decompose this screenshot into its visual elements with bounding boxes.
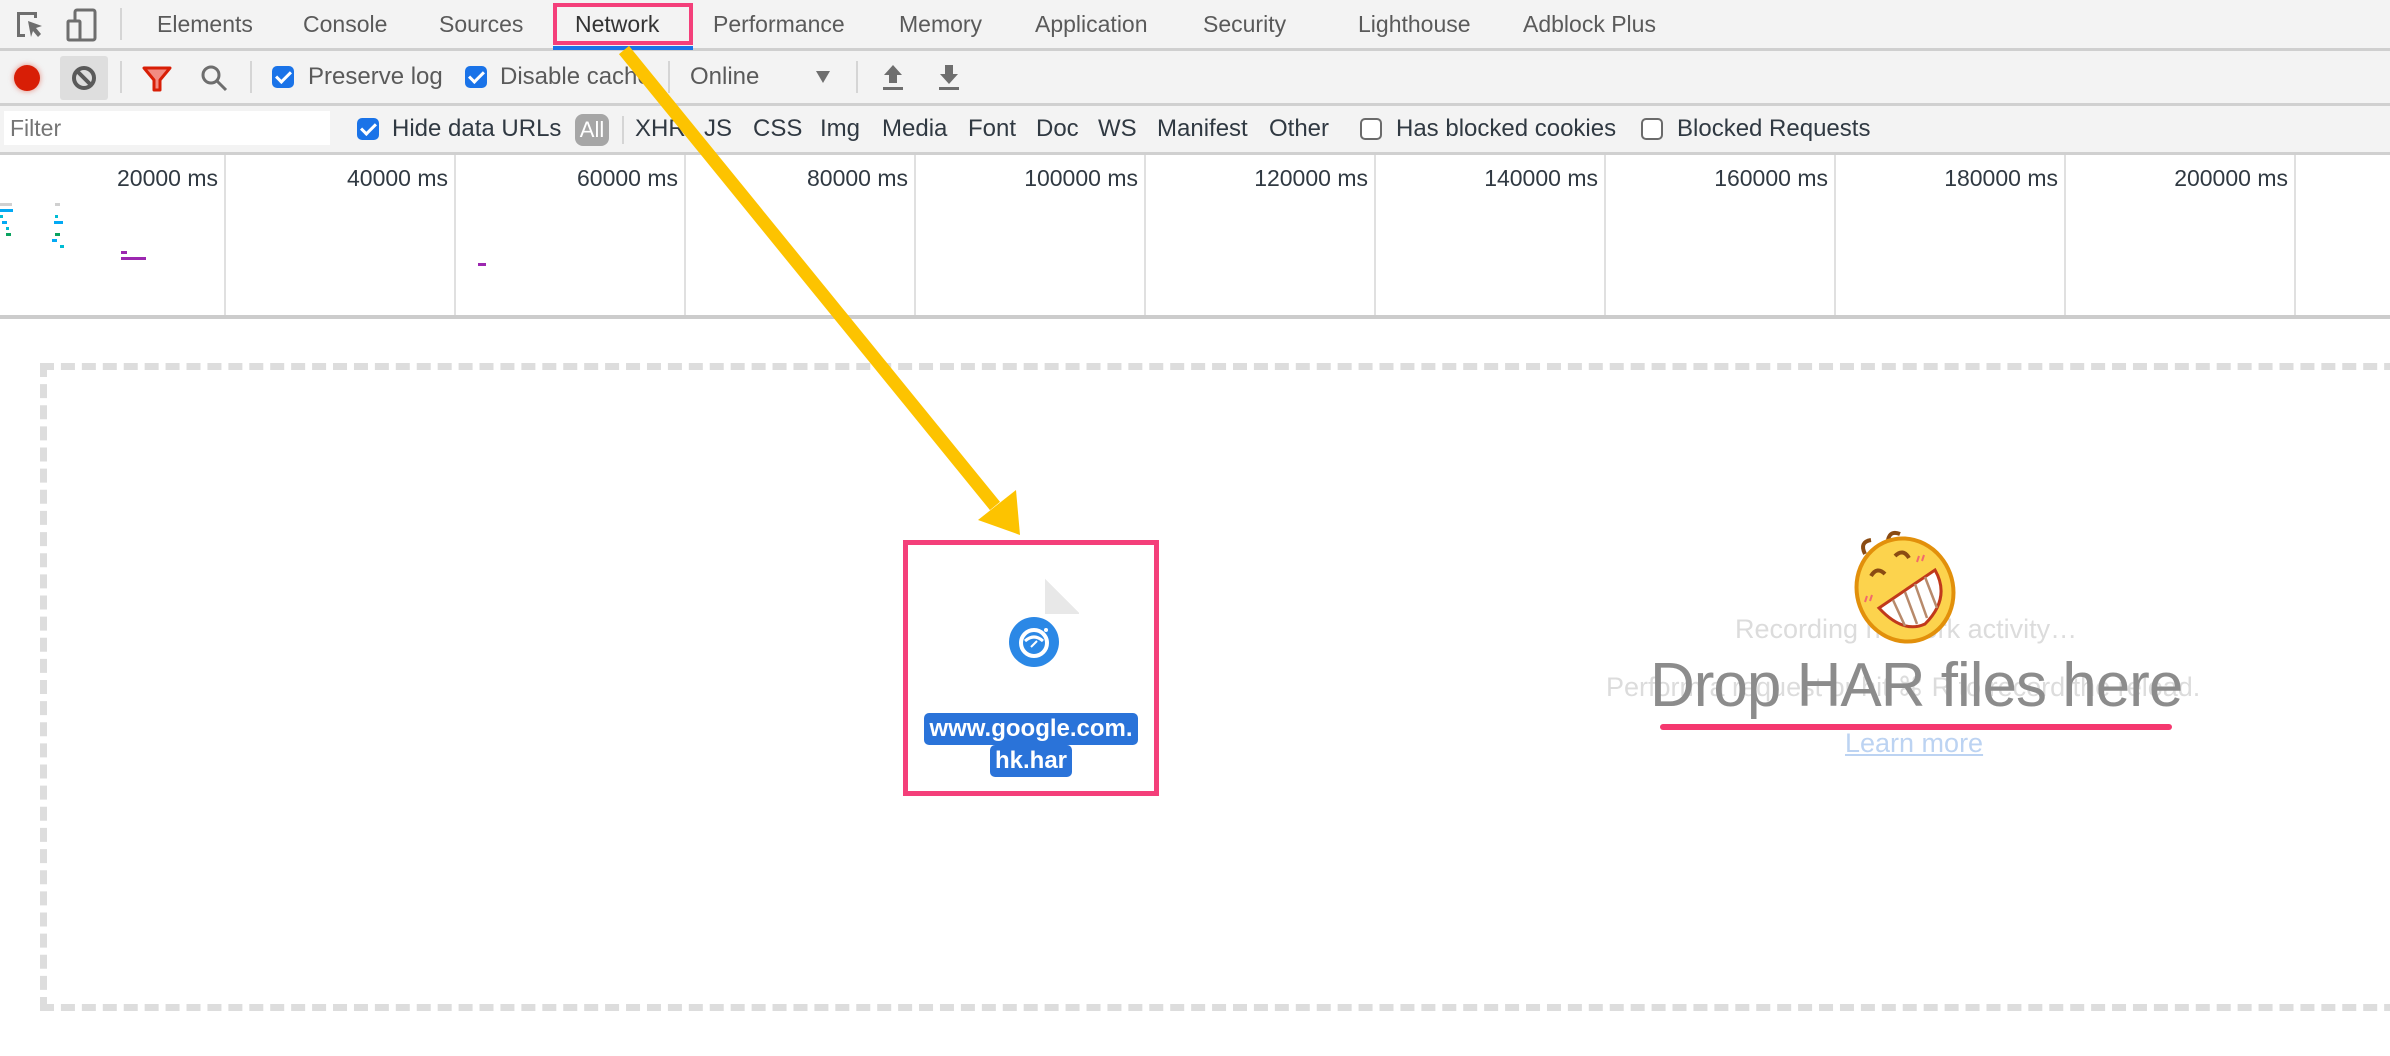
gridline — [454, 155, 456, 315]
annotation-underline — [1660, 724, 2172, 730]
throttling-select[interactable]: Online — [690, 51, 759, 103]
tab-security[interactable]: Security — [1203, 0, 1286, 48]
inspect-element-icon[interactable] — [15, 10, 45, 40]
gridline — [684, 155, 686, 315]
active-tab-indicator — [553, 46, 693, 50]
tick-label: 160000 ms — [1714, 165, 1828, 191]
request-bar — [55, 233, 60, 236]
laughing-emoji-icon — [1843, 528, 1963, 648]
tick-label: 20000 ms — [116, 165, 218, 191]
type-filter-doc[interactable]: Doc — [1036, 106, 1079, 152]
request-bar — [121, 251, 127, 254]
request-bar — [0, 215, 3, 218]
gridline — [2294, 155, 2296, 315]
divider — [668, 61, 670, 93]
tick-label: 140000 ms — [1484, 165, 1598, 191]
request-bar — [478, 263, 486, 266]
tick-label: 100000 ms — [1024, 165, 1138, 191]
request-bar — [54, 221, 63, 224]
request-bar — [2, 221, 7, 224]
request-bar — [6, 233, 11, 236]
import-har-icon[interactable] — [882, 63, 904, 91]
gridline — [1604, 155, 1606, 315]
type-filter-js[interactable]: JS — [704, 106, 732, 152]
clear-icon — [72, 66, 96, 90]
preserve-log-label: Preserve log — [308, 63, 443, 90]
disable-cache-label: Disable cache — [500, 63, 651, 90]
request-bar — [6, 227, 9, 230]
tab-performance[interactable]: Performance — [713, 0, 845, 48]
type-filter-manifest[interactable]: Manifest — [1157, 106, 1248, 152]
blocked-requests-label: Blocked Requests — [1677, 115, 1871, 142]
type-filter-all[interactable]: All — [575, 114, 609, 146]
tab-adblock-plus[interactable]: Adblock Plus — [1523, 0, 1656, 48]
type-filter-img[interactable]: Img — [820, 106, 860, 152]
request-bar — [52, 239, 57, 242]
blocked-requests-checkbox[interactable] — [1641, 118, 1663, 140]
dragged-har-file[interactable]: www.google.com. hk.har — [903, 540, 1159, 796]
type-filter-other[interactable]: Other — [1269, 106, 1329, 152]
learn-more-link[interactable]: Learn more — [1845, 728, 1983, 759]
export-har-icon[interactable] — [938, 63, 960, 91]
file-name-label: www.google.com. hk.har — [922, 713, 1140, 777]
divider — [120, 61, 122, 93]
gridline — [224, 155, 226, 315]
network-toolbar: Preserve log Disable cache Online — [0, 51, 2390, 106]
has-blocked-cookies-checkbox[interactable] — [1360, 118, 1382, 140]
request-bar — [55, 215, 58, 218]
tick-label: 40000 ms — [346, 165, 448, 191]
gridline — [1144, 155, 1146, 315]
type-filter-xhr[interactable]: XHR — [635, 106, 686, 152]
tick-label: 60000 ms — [576, 165, 678, 191]
file-fold-icon — [1045, 578, 1079, 614]
type-filter-media[interactable]: Media — [882, 106, 947, 152]
tab-elements[interactable]: Elements — [157, 0, 253, 48]
hide-data-urls-label: Hide data URLs — [392, 115, 562, 142]
preserve-log-checkbox[interactable] — [272, 66, 294, 88]
request-bar — [121, 257, 146, 260]
divider — [250, 61, 252, 93]
tab-memory[interactable]: Memory — [899, 0, 982, 48]
network-tab-highlight — [553, 3, 693, 45]
hide-data-urls-checkbox[interactable] — [357, 118, 379, 140]
clear-button[interactable] — [60, 56, 108, 100]
request-bar — [0, 209, 13, 212]
network-overview-timeline[interactable]: 20000 ms 40000 ms 60000 ms 80000 ms 1000… — [0, 155, 2390, 319]
search-icon[interactable] — [199, 63, 229, 93]
tick-label: 180000 ms — [1944, 165, 2058, 191]
tab-application[interactable]: Application — [1035, 0, 1148, 48]
type-filter-font[interactable]: Font — [968, 106, 1016, 152]
request-bar — [60, 245, 64, 248]
gridline — [1374, 155, 1376, 315]
type-filter-css[interactable]: CSS — [753, 106, 802, 152]
devtools-tab-bar: Elements Console Sources Network Perform… — [0, 0, 2390, 51]
divider — [856, 61, 858, 93]
file-name-line-1: www.google.com. — [924, 713, 1138, 745]
type-filter-ws[interactable]: WS — [1098, 106, 1137, 152]
disable-cache-checkbox[interactable] — [465, 66, 487, 88]
record-button[interactable] — [14, 65, 40, 91]
filter-input[interactable] — [4, 111, 330, 145]
request-bar — [55, 203, 60, 206]
tab-sources[interactable]: Sources — [439, 0, 523, 48]
tick-label: 200000 ms — [2174, 165, 2288, 191]
request-bar — [0, 203, 12, 206]
device-toolbar-icon[interactable] — [66, 8, 98, 42]
drop-har-files-title: Drop HAR files here — [1650, 651, 2183, 720]
filter-icon[interactable] — [142, 65, 172, 93]
tab-lighthouse[interactable]: Lighthouse — [1358, 0, 1471, 48]
file-name-line-2: hk.har — [989, 745, 1073, 777]
har-app-badge-icon — [1009, 617, 1059, 667]
gridline — [1834, 155, 1836, 315]
tick-label: 120000 ms — [1254, 165, 1368, 191]
filter-bar: Hide data URLs All XHR JS CSS Img Media … — [0, 106, 2390, 155]
chevron-down-icon — [816, 71, 830, 83]
gridline — [2064, 155, 2066, 315]
divider — [120, 8, 122, 40]
tab-console[interactable]: Console — [303, 0, 387, 48]
divider — [622, 116, 624, 144]
has-blocked-cookies-label: Has blocked cookies — [1396, 115, 1617, 142]
tick-label: 80000 ms — [806, 165, 908, 191]
gridline — [914, 155, 916, 315]
